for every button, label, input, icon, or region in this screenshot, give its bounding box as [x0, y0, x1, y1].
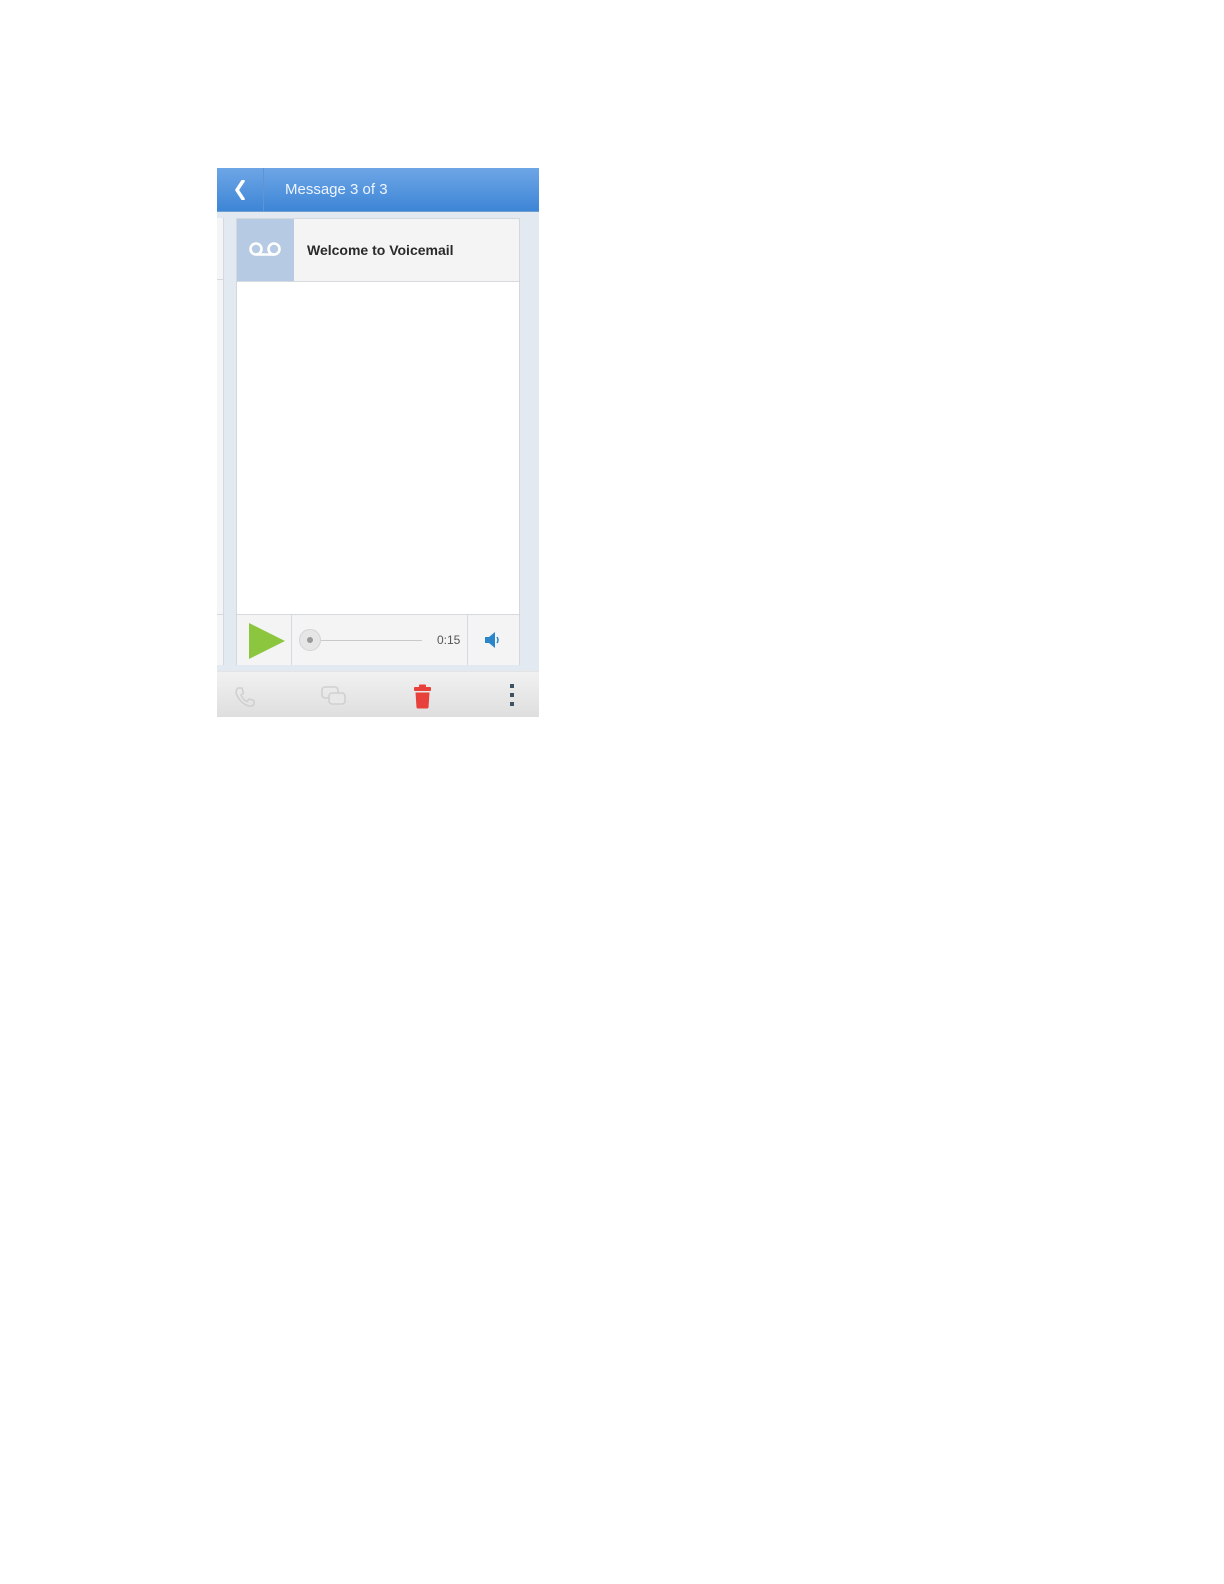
- duration-label: 0:15: [437, 633, 461, 647]
- voicemail-tile: [237, 219, 294, 281]
- message-button[interactable]: [305, 672, 365, 717]
- more-options-button[interactable]: [483, 672, 539, 717]
- divider: [217, 279, 223, 280]
- previous-message-edge[interactable]: [217, 218, 224, 665]
- message-title: Welcome to Voicemail: [307, 242, 454, 258]
- voicemail-icon: [249, 242, 281, 256]
- message-icon: [321, 686, 346, 705]
- trash-icon: [414, 684, 431, 709]
- back-button[interactable]: [217, 168, 264, 211]
- bottom-toolbar: [217, 671, 539, 717]
- divider: [217, 614, 223, 615]
- title-bar: Message 3 of 3: [217, 168, 539, 212]
- message-card: Welcome to Voicemail 0:15: [236, 218, 520, 665]
- chevron-left-icon: [235, 180, 245, 200]
- voicemail-screen: Message 3 of 3 Welcome to Voicemail 0:15: [217, 168, 539, 717]
- audio-player: 0:15: [237, 614, 519, 665]
- seek-handle[interactable]: [299, 629, 321, 651]
- speaker-button[interactable]: [468, 615, 519, 665]
- play-button[interactable]: [237, 615, 292, 665]
- seek-track: [316, 640, 422, 641]
- message-header: Welcome to Voicemail: [237, 219, 519, 282]
- play-icon: [249, 623, 285, 659]
- overflow-menu-icon: [510, 684, 514, 706]
- page-title: Message 3 of 3: [285, 181, 388, 198]
- speaker-icon: [485, 632, 499, 648]
- seek-bar[interactable]: 0:15: [292, 615, 468, 665]
- delete-button[interactable]: [393, 672, 453, 717]
- call-button[interactable]: [217, 672, 277, 717]
- phone-icon: [235, 687, 255, 707]
